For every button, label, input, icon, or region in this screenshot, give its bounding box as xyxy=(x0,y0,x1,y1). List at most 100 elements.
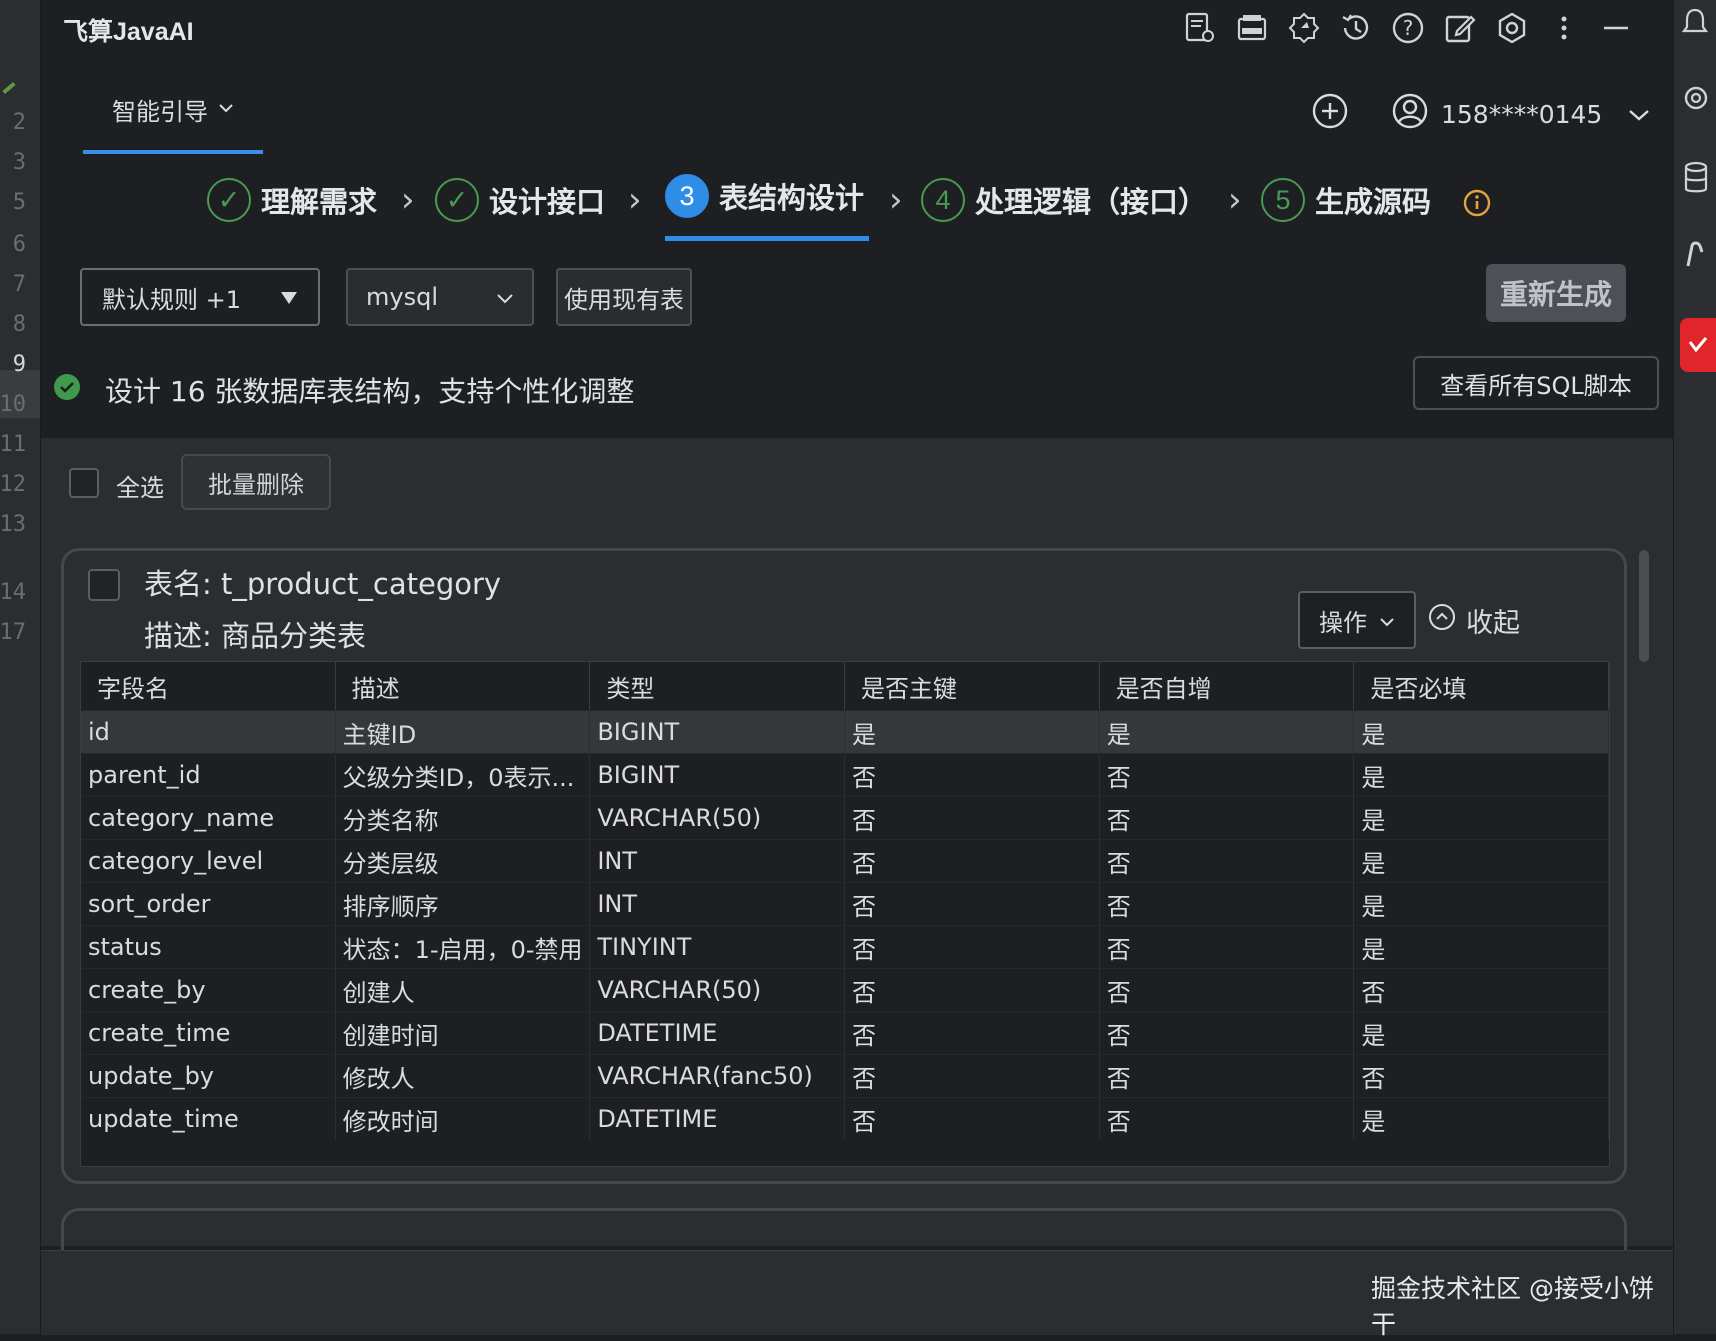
use-existing-table-button[interactable]: 使用现有表 xyxy=(556,268,692,326)
table-cell: BIGINT xyxy=(590,711,846,753)
table-cell: 创建时间 xyxy=(336,1012,591,1054)
chevron-down-icon xyxy=(218,94,234,122)
table-cell: 否 xyxy=(1354,969,1610,1011)
chevron-down-icon xyxy=(1379,606,1395,634)
regenerate-button[interactable]: 重新生成 xyxy=(1486,264,1626,322)
table-cell: VARCHAR(fanc50) xyxy=(590,1055,846,1097)
notification-icon[interactable] xyxy=(1681,6,1709,45)
step-label: 理解需求 xyxy=(261,187,378,219)
column-header: 是否主键 xyxy=(845,662,1100,710)
table-cell: 分类名称 xyxy=(336,797,591,839)
table-checkbox[interactable] xyxy=(88,569,120,601)
step-generate-source[interactable]: 5 生成源码 xyxy=(1261,178,1431,222)
table-cell: 排序顺序 xyxy=(336,883,591,925)
table-cell: BIGINT xyxy=(590,754,846,796)
table-cell: 分类层级 xyxy=(336,840,591,882)
chevron-right-icon: › xyxy=(1228,180,1242,220)
table-row[interactable]: id 主键ID BIGINT 是是是 xyxy=(81,710,1610,753)
table-cell: 是 xyxy=(1354,883,1610,925)
table-cell: 修改时间 xyxy=(336,1098,591,1140)
table-cell: sort_order xyxy=(81,883,336,925)
account-phone: 158****0145 xyxy=(1441,99,1603,129)
table-row[interactable]: update_time 修改时间 DATETIME 否否是 xyxy=(81,1097,1610,1140)
database-select-value: mysql xyxy=(366,283,438,311)
column-header: 是否自增 xyxy=(1100,662,1355,710)
table-name: 表名: t_product_category xyxy=(144,567,502,601)
tab-smart-guide[interactable]: 智能引导 xyxy=(83,92,263,154)
table-row[interactable]: category_name 分类名称 VARCHAR(50) 否否是 xyxy=(81,796,1610,839)
step-understand-requirements[interactable]: ✓ 理解需求 xyxy=(207,178,377,222)
title-toolbar: ? xyxy=(1183,8,1633,48)
gear-cog-icon[interactable] xyxy=(1287,8,1321,48)
database-select[interactable]: mysql xyxy=(346,268,534,326)
more-vertical-icon[interactable] xyxy=(1547,8,1581,48)
table-cell: 是 xyxy=(1100,711,1355,753)
table-row[interactable]: category_level 分类层级 INT 否否是 xyxy=(81,839,1610,882)
step-processing-logic[interactable]: 4 处理逻辑（接口） xyxy=(921,178,1207,222)
help-icon[interactable]: ? xyxy=(1391,8,1425,48)
step-label: 处理逻辑（接口） xyxy=(975,187,1208,219)
step-table-design[interactable]: 3 表结构设计 xyxy=(665,174,864,218)
step-design-interface[interactable]: ✓ 设计接口 xyxy=(435,178,605,222)
user-icon xyxy=(1391,92,1429,136)
database-icon[interactable] xyxy=(1682,160,1708,203)
table-row[interactable]: update_by 修改人 VARCHAR(fanc50) 否否否 xyxy=(81,1054,1610,1097)
select-all-label[interactable]: 全选 xyxy=(116,468,164,503)
table-cell: 是 xyxy=(1354,711,1610,753)
status-message: 设计 16 张数据库表结构，支持个性化调整 xyxy=(53,370,634,410)
table-cell: 否 xyxy=(1100,1012,1355,1054)
table-cell: 否 xyxy=(1100,797,1355,839)
table-cell: 否 xyxy=(845,1098,1100,1140)
table-cell: 是 xyxy=(1354,1012,1610,1054)
table-cell: update_time xyxy=(81,1098,336,1140)
table-cell: 否 xyxy=(845,926,1100,968)
success-check-icon xyxy=(53,373,81,408)
account-menu[interactable]: 158****0145 xyxy=(1391,92,1650,136)
mcp-icon[interactable] xyxy=(1235,8,1269,48)
minimize-icon[interactable] xyxy=(1599,8,1633,48)
maven-icon[interactable] xyxy=(1682,236,1708,279)
vertical-scrollbar[interactable] xyxy=(1639,550,1649,662)
table-cell: 否 xyxy=(1100,883,1355,925)
table-cell: 创建人 xyxy=(336,969,591,1011)
table-cell: INT xyxy=(590,840,846,882)
edit-icon[interactable] xyxy=(1443,8,1477,48)
change-marker xyxy=(2,81,16,95)
operations-dropdown[interactable]: 操作 xyxy=(1298,591,1416,649)
step-label: 生成源码 xyxy=(1315,187,1432,219)
line-number: 2 xyxy=(12,110,26,135)
table-cell: 否 xyxy=(1100,840,1355,882)
rule-select[interactable]: 默认规则 +1 xyxy=(80,268,320,326)
ai-assistant-icon[interactable] xyxy=(1682,82,1708,121)
table-cell: VARCHAR(50) xyxy=(590,969,846,1011)
table-row[interactable]: create_by 创建人 VARCHAR(50) 否否否 xyxy=(81,968,1610,1011)
table-cell: parent_id xyxy=(81,754,336,796)
history-icon[interactable] xyxy=(1339,8,1373,48)
table-cell: 是 xyxy=(1354,797,1610,839)
chevron-down-icon xyxy=(1628,100,1650,129)
table-row[interactable]: parent_id 父级分类ID，0表示... BIGINT 否否是 xyxy=(81,753,1610,796)
settings-hex-icon[interactable] xyxy=(1495,8,1529,48)
collapse-up-icon xyxy=(1428,603,1456,638)
column-header: 描述 xyxy=(336,662,591,710)
select-all-checkbox[interactable] xyxy=(69,468,99,498)
batch-delete-button[interactable]: 批量删除 xyxy=(181,454,331,510)
table-cell: status xyxy=(81,926,336,968)
collapse-label: 收起 xyxy=(1466,608,1520,639)
view-all-sql-button[interactable]: 查看所有SQL脚本 xyxy=(1413,356,1659,410)
report-settings-icon[interactable] xyxy=(1183,8,1217,48)
info-icon[interactable] xyxy=(1462,188,1492,218)
table-row[interactable]: create_time 创建时间 DATETIME 否否是 xyxy=(81,1011,1610,1054)
plugin-badge-icon[interactable] xyxy=(1680,318,1716,372)
table-row[interactable]: status 状态：1-启用，0-禁用 TINYINT 否否是 xyxy=(81,925,1610,968)
table-cell: 否 xyxy=(845,1012,1100,1054)
step-number: 4 xyxy=(921,178,965,222)
table-cell: create_time xyxy=(81,1012,336,1054)
collapse-button[interactable]: 收起 xyxy=(1428,601,1520,640)
step-number: 5 xyxy=(1261,178,1305,222)
line-number: 12 xyxy=(0,472,26,497)
table-cell: 状态：1-启用，0-禁用 xyxy=(336,926,591,968)
table-row[interactable]: sort_order 排序顺序 INT 否否是 xyxy=(81,882,1610,925)
add-circle-icon[interactable] xyxy=(1311,92,1349,130)
table-cell: 否 xyxy=(1100,926,1355,968)
